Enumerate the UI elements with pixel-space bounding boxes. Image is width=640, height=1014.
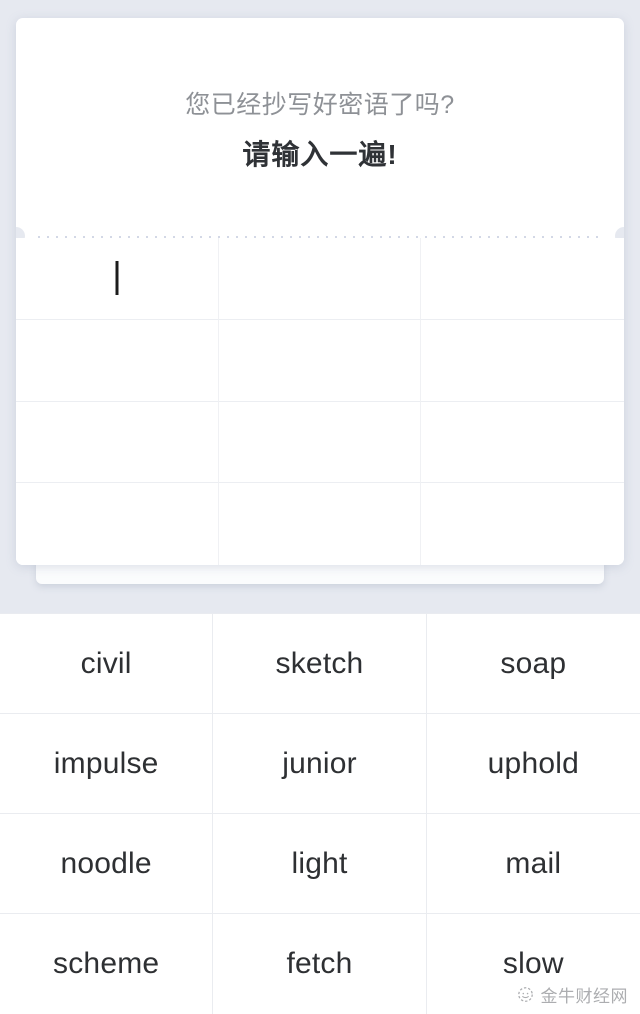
word-option[interactable]: civil <box>0 614 214 714</box>
perforation-divider <box>16 227 624 245</box>
word-option[interactable]: sketch <box>213 614 427 714</box>
page-root: 您已经抄写好密语了吗? 请输入一遍! civil sketch soap imp… <box>0 0 640 1014</box>
input-cell[interactable] <box>421 238 624 320</box>
prompt-question: 您已经抄写好密语了吗? <box>185 90 455 119</box>
input-cell[interactable] <box>421 483 624 565</box>
word-option[interactable]: impulse <box>0 714 214 814</box>
word-option[interactable]: uphold <box>426 714 640 814</box>
input-cell[interactable] <box>421 320 624 402</box>
text-caret-icon <box>115 261 119 296</box>
word-option[interactable]: scheme <box>0 914 214 1014</box>
input-cell[interactable] <box>16 483 219 565</box>
word-option[interactable]: slow <box>426 914 640 1014</box>
input-cell[interactable] <box>218 238 422 320</box>
word-option[interactable]: mail <box>426 814 640 914</box>
prompt-instruction: 请输入一遍! <box>242 139 398 171</box>
prompt-header: 您已经抄写好密语了吗? 请输入一遍! <box>16 18 624 236</box>
input-cell[interactable] <box>421 402 624 484</box>
input-cell[interactable] <box>16 401 219 484</box>
word-option[interactable]: soap <box>426 614 640 714</box>
input-cell[interactable] <box>16 238 219 320</box>
input-cell[interactable] <box>218 319 422 402</box>
mnemonic-confirm-card: 您已经抄写好密语了吗? 请输入一遍! <box>16 18 624 565</box>
input-cell[interactable] <box>219 483 422 565</box>
word-option[interactable]: light <box>213 814 427 914</box>
word-option[interactable]: junior <box>213 714 427 814</box>
word-option[interactable]: fetch <box>213 914 427 1014</box>
input-cell[interactable] <box>16 319 219 402</box>
word-option[interactable]: noodle <box>0 814 214 914</box>
word-bank-grid[interactable]: civil sketch soap impulse junior uphold … <box>0 613 640 1014</box>
input-cell[interactable] <box>218 401 422 484</box>
mnemonic-input-grid[interactable] <box>16 238 624 565</box>
